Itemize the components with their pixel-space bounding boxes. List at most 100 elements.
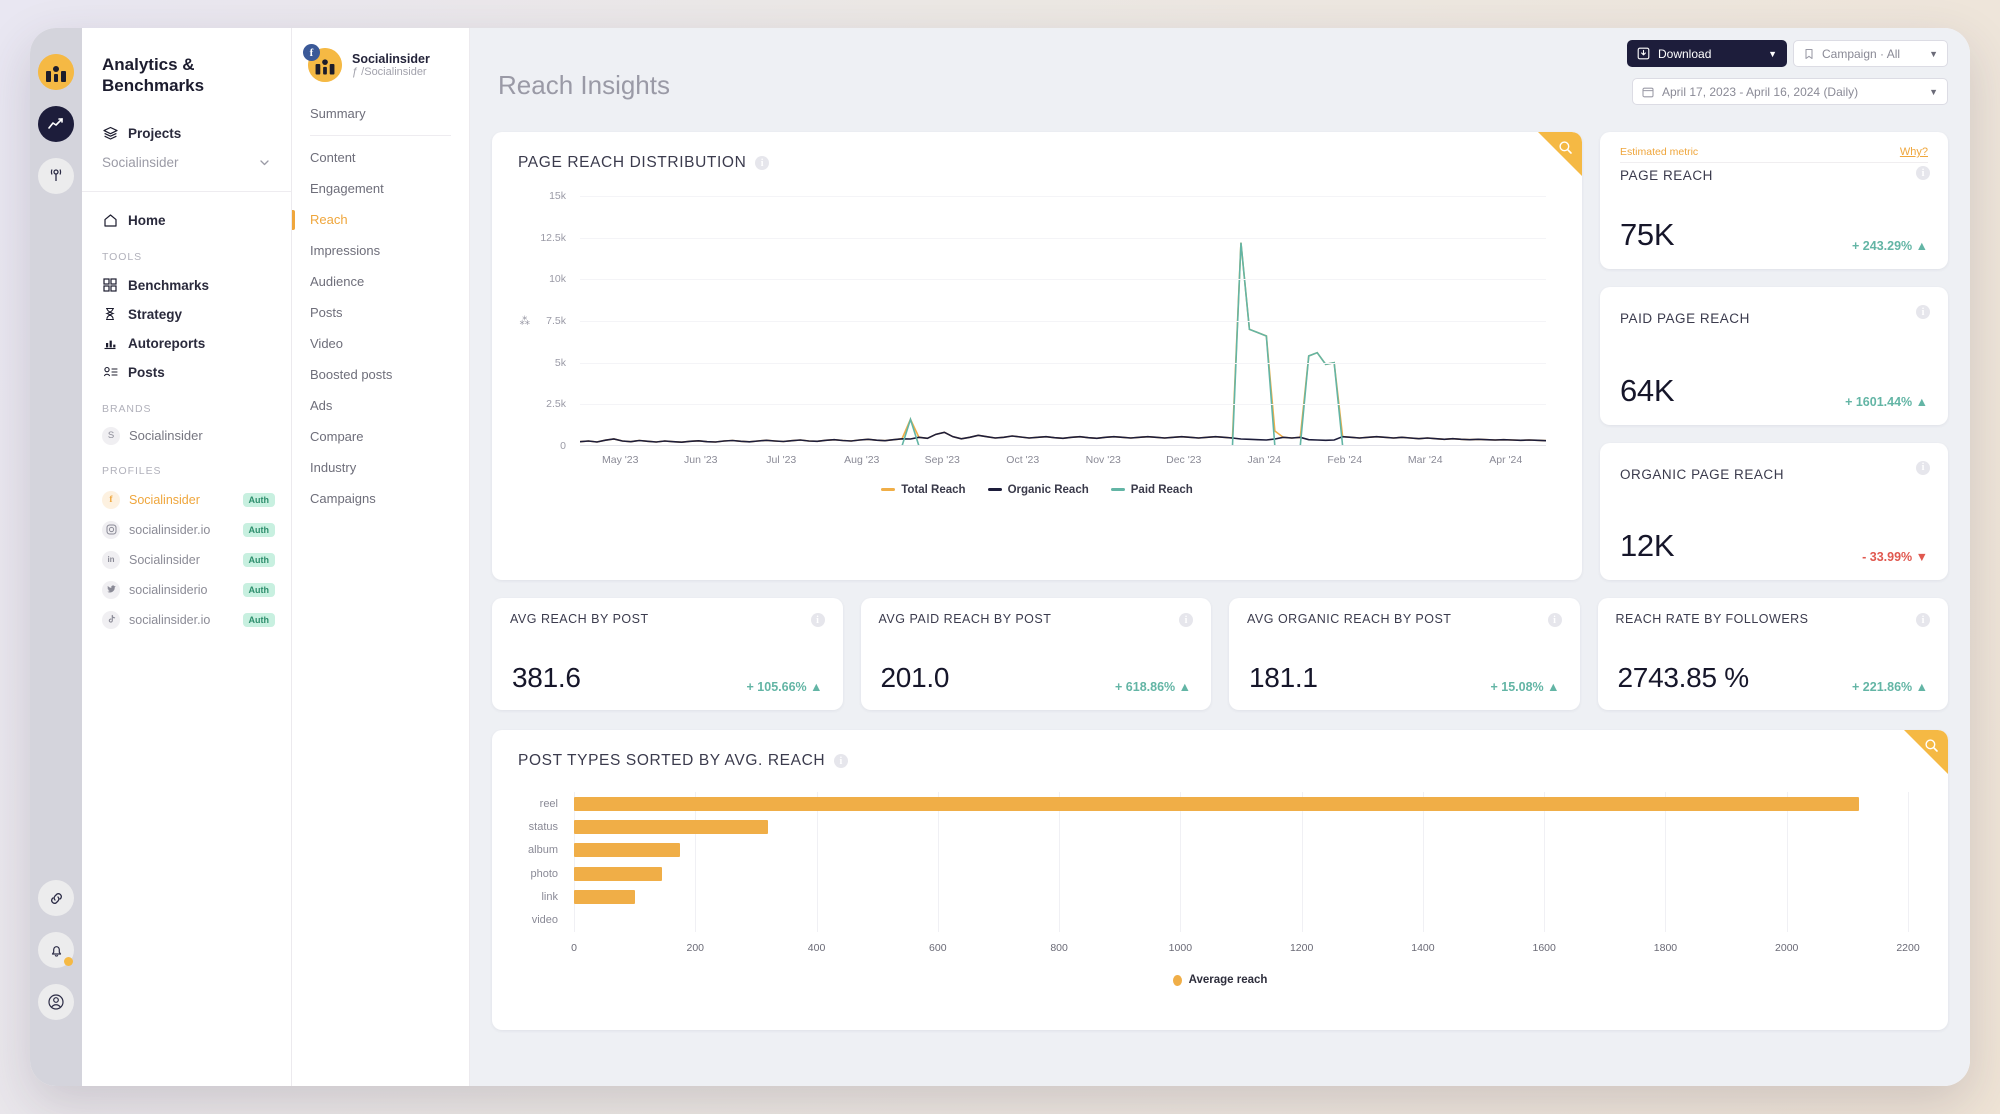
bar-chart-glyph — [104, 340, 116, 350]
info-icon[interactable]: i — [834, 754, 849, 768]
sidebar-item-strategy[interactable]: Strategy — [82, 300, 291, 329]
percent-toggle-icon[interactable]: ⁂ — [520, 315, 531, 327]
expand-chart-icon[interactable] — [1558, 140, 1573, 155]
chevron-down-glyph — [260, 159, 269, 165]
profile-item-twitter[interactable]: socialinsiderio Auth — [82, 575, 291, 605]
sidebar-item-autoreports[interactable]: Autoreports — [82, 329, 291, 358]
info-icon[interactable]: i — [755, 156, 770, 170]
why-link[interactable]: Why? — [1900, 146, 1928, 158]
info-icon[interactable]: i — [1916, 460, 1930, 475]
sidebar-item-benchmarks[interactable]: Benchmarks — [82, 271, 291, 300]
bar-photo[interactable] — [574, 866, 662, 881]
download-button[interactable]: Download ▼ — [1627, 40, 1787, 67]
link-icon[interactable] — [38, 880, 74, 916]
bell-icon[interactable] — [38, 932, 74, 968]
legend-item-paid-reach[interactable]: Paid Reach — [1110, 484, 1193, 496]
x-tick-label: 400 — [807, 942, 826, 954]
x-tick-label: 1000 — [1168, 942, 1193, 954]
legend-item-organic-reach[interactable]: Organic Reach — [987, 484, 1089, 496]
kpi-value-row: 64K + 1601.44% ▲ — [1620, 373, 1928, 409]
info-icon[interactable]: i — [1547, 613, 1562, 627]
x-axis-labels: May '23 Jun '23 Jul '23 Aug '23 Sep '23 Oct '… — [580, 454, 1546, 472]
kpi-value: 2743.85 % — [1617, 662, 1750, 693]
tab-content[interactable]: Content — [292, 142, 469, 173]
tab-engagement[interactable]: Engagement — [292, 173, 469, 204]
bar-chart-icon — [102, 336, 118, 350]
bar-link[interactable] — [574, 890, 635, 904]
bar-chart-title-text: POST TYPES SORTED BY AVG. REACH — [518, 752, 826, 769]
tab-audience[interactable]: Audience — [292, 266, 469, 297]
kpi-value: 381.6 — [512, 662, 581, 693]
info-icon[interactable]: i — [1916, 613, 1930, 627]
tab-summary[interactable]: Summary — [292, 98, 469, 129]
info-icon[interactable]: i — [1916, 166, 1930, 180]
linkedin-icon: in — [102, 550, 120, 569]
kpi-value-row: 12K - 33.99% ▼ — [1620, 528, 1928, 564]
broadcast-icon[interactable] — [38, 158, 74, 194]
tab-boosted-posts[interactable]: Boosted posts — [292, 359, 469, 390]
date-range-select[interactable]: April 17, 2023 - April 16, 2024 (Daily) … — [1632, 78, 1948, 105]
tab-campaigns[interactable]: Campaigns — [292, 483, 469, 514]
grid-line — [580, 321, 1546, 322]
user-avatar-icon[interactable] — [38, 54, 74, 90]
profile-item-linkedin[interactable]: in Socialinsider Auth — [82, 545, 291, 575]
account-text: Socialinsider ƒ /Socialinsider — [352, 52, 430, 78]
account-header[interactable]: f Socialinsider ƒ /Socialinsider — [292, 44, 469, 98]
sidebar-posts-label: Posts — [128, 364, 165, 380]
analytics-icon[interactable] — [38, 106, 74, 142]
sidebar-item-projects[interactable]: Projects — [82, 119, 291, 148]
profile-item-facebook[interactable]: f Socialinsider Auth — [82, 485, 291, 515]
account-glyph — [48, 994, 64, 1010]
auth-badge: Auth — [242, 582, 275, 597]
brand-initial-badge: S — [102, 426, 120, 445]
bar-reel[interactable] — [574, 796, 1860, 811]
account-avatar-wrap: f — [303, 44, 342, 82]
tab-posts[interactable]: Posts — [292, 297, 469, 328]
content-area: PAGE REACH DISTRIBUTION i 0 2.5k 5k 7.5k 10k… — [470, 132, 1970, 1030]
sidebar-benchmarks-label: Benchmarks — [128, 277, 210, 293]
expand-chart-icon[interactable] — [1924, 738, 1939, 753]
legend-color-swatch — [881, 488, 896, 492]
tab-reach[interactable]: Reach — [292, 204, 469, 235]
profile-item-instagram[interactable]: socialinsider.io Auth — [82, 515, 291, 545]
tab-ads[interactable]: Ads — [292, 390, 469, 421]
link-glyph — [50, 892, 62, 904]
bar-category-label: album — [528, 844, 558, 857]
instagram-glyph — [106, 524, 116, 535]
line-chart: 0 2.5k 5k 7.5k 10k 12.5k 15k ⁂ May '23 Jun '23 Ju… — [518, 190, 1556, 496]
auth-badge: Auth — [242, 492, 275, 507]
sidebar-item-posts[interactable]: Posts — [82, 358, 291, 387]
info-icon[interactable]: i — [810, 613, 825, 627]
facebook-badge-icon: f — [303, 44, 320, 61]
campaign-label: Campaign · All — [1822, 46, 1901, 61]
kpi-delta: + 1601.44% ▲ — [1845, 394, 1928, 409]
chevron-down-icon: ▼ — [1768, 48, 1777, 59]
kpi-value: 75K — [1620, 217, 1675, 253]
secondary-sidebar: f Socialinsider ƒ /Socialinsider Summary — [292, 28, 470, 1086]
page-title: Reach Insights — [498, 70, 670, 100]
sidebar-item-home[interactable]: Home — [82, 206, 291, 235]
legend-color-swatch — [1172, 974, 1182, 986]
brand-item-socialinsider[interactable]: S Socialinsider — [82, 423, 291, 449]
profile-item-tiktok[interactable]: socialinsider.io Auth — [82, 605, 291, 635]
bar-album[interactable] — [574, 843, 681, 858]
tab-compare[interactable]: Compare — [292, 421, 469, 452]
tab-industry[interactable]: Industry — [292, 452, 469, 483]
page-reach-distribution-card: PAGE REACH DISTRIBUTION i 0 2.5k 5k 7.5k 10k… — [492, 132, 1582, 580]
campaign-select[interactable]: Campaign · All ▼ — [1793, 40, 1948, 67]
layers-icon — [102, 126, 118, 141]
sidebar-autoreports-label: Autoreports — [128, 335, 206, 351]
bar-status[interactable] — [574, 820, 769, 834]
hourglass-glyph — [105, 307, 115, 321]
legend-item-total-reach[interactable]: Total Reach — [881, 484, 966, 496]
tab-impressions[interactable]: Impressions — [292, 235, 469, 266]
app-window: Analytics & Benchmarks Projects Socialin… — [30, 28, 1970, 1086]
grid-glyph — [103, 278, 117, 292]
account-icon[interactable] — [38, 984, 74, 1020]
info-icon[interactable]: i — [1179, 613, 1193, 627]
y-axis: 0 2.5k 5k 7.5k 10k 12.5k 15k ⁂ — [518, 190, 574, 452]
kpi-delta-text: + 1601.44% — [1845, 394, 1913, 409]
x-tick-label: Aug '23 — [844, 454, 880, 466]
tab-video[interactable]: Video — [292, 328, 469, 359]
project-selector[interactable]: Socialinsider — [82, 148, 291, 177]
